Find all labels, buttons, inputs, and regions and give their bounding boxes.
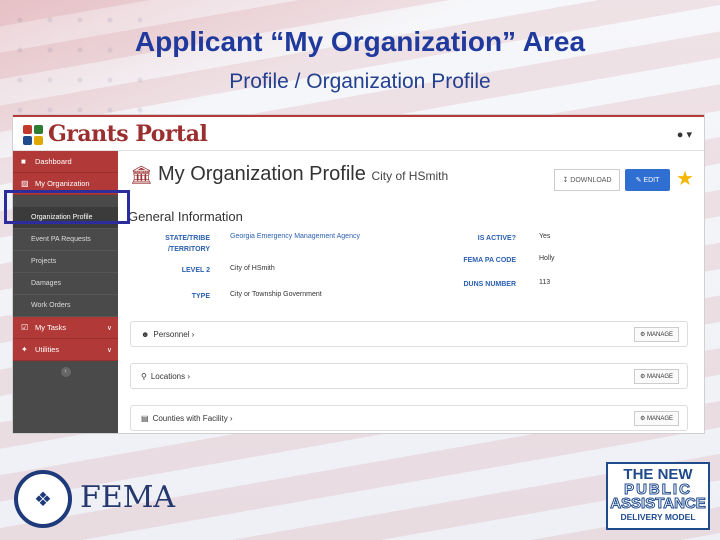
pa-code-label: FEMA PA CODE — [463, 257, 516, 264]
slide-subtitle: Profile / Organization Profile — [229, 70, 491, 93]
level2-label: LEVEL 2 — [181, 267, 210, 274]
user-icon: ● — [676, 129, 684, 141]
dashboard-icon: ■ — [21, 157, 26, 166]
sidebar-item-label: Projects — [31, 258, 57, 265]
manage-personnel-button[interactable]: ⚙ MANAGE — [633, 327, 679, 342]
manage-label: MANAGE — [646, 373, 673, 380]
users-icon: ☻ — [141, 329, 150, 339]
chevron-right-icon: › — [185, 371, 190, 381]
panel-label: Counties with Facility — [152, 413, 228, 423]
sidebar-item-damages[interactable]: Damages — [13, 273, 118, 295]
stars-decoration — [0, 0, 150, 120]
panel-label: Locations — [150, 371, 186, 381]
state-label: STATE/TRIBE /TERRITORY — [165, 235, 210, 253]
manage-label: MANAGE — [646, 415, 673, 422]
download-icon: ↧ — [562, 177, 571, 184]
gear-icon: ⚙ — [639, 416, 647, 422]
state-value[interactable]: Georgia Emergency Management Agency — [230, 233, 360, 240]
sidebar-item-dashboard[interactable]: ■ Dashboard — [13, 151, 118, 173]
is-active-label: IS ACTIVE? — [477, 235, 516, 242]
type-label: TYPE — [191, 293, 210, 300]
pencil-icon: ✎ — [635, 177, 644, 184]
manage-counties-button[interactable]: ⚙ MANAGE — [633, 411, 679, 426]
map-icon: ▤ — [141, 413, 149, 423]
section-title: General Information — [128, 209, 243, 224]
duns-label: DUNS NUMBER — [463, 281, 517, 288]
edit-label: EDIT — [643, 176, 660, 184]
slide-title: Applicant “My Organization” Area — [134, 26, 586, 57]
user-menu[interactable]: ● ▾ — [677, 128, 692, 141]
gear-icon: ⚙ — [639, 374, 647, 380]
gear-icon: ⚙ — [639, 332, 647, 338]
sidebar-item-label: Work Orders — [31, 302, 71, 309]
grants-portal-logo[interactable]: Grants Portal — [48, 121, 208, 147]
sidebar-item-label: Utilities — [35, 345, 60, 354]
chevron-right-icon: › — [189, 329, 195, 339]
fema-logo: FEMA — [80, 480, 176, 515]
building-icon: 🏛 — [130, 165, 153, 185]
level2-value: City of HSmith — [230, 265, 275, 272]
sidebar-item-label: My Organization — [35, 179, 90, 188]
manage-label: MANAGE — [646, 331, 673, 338]
locations-panel[interactable]: ⚲ Locations › ⚙ MANAGE — [130, 363, 688, 389]
sidebar-item-event-pa-requests[interactable]: Event PA Requests — [13, 229, 118, 251]
collapse-sidebar-button[interactable]: ‹ — [60, 367, 71, 377]
sidebar-item-label: Dashboard — [35, 157, 72, 166]
map-marker-icon: ⚲ — [141, 371, 147, 381]
chevron-down-icon: ∨ — [106, 346, 112, 354]
counties-panel[interactable]: ▤ Counties with Facility › ⚙ MANAGE — [130, 405, 688, 431]
type-value: City or Township Government — [230, 291, 322, 298]
wrench-icon: ✦ — [21, 345, 28, 354]
sidebar-item-label: Event PA Requests — [31, 236, 91, 243]
organization-name: City of HSmith — [371, 169, 449, 183]
org-icon: ▨ — [21, 179, 29, 188]
edit-button[interactable]: ✎ EDIT — [625, 169, 670, 191]
chevron-down-icon: ∨ — [106, 324, 112, 332]
panel-label: Personnel — [153, 329, 190, 339]
chevron-down-icon: ▾ — [686, 129, 692, 141]
download-label: DOWNLOAD — [570, 176, 612, 184]
duns-value: 113 — [539, 279, 551, 286]
sidebar-item-my-tasks[interactable]: ☑ My Tasks ∨ — [13, 317, 118, 339]
portal-header: Grants Portal ● ▾ — [13, 115, 704, 151]
sidebar-item-work-orders[interactable]: Work Orders — [13, 295, 118, 317]
sidebar-item-utilities[interactable]: ✦ Utilities ∨ — [13, 339, 118, 361]
is-active-value: Yes — [539, 233, 551, 240]
pa-logo-line: DELIVERY MODEL — [620, 512, 696, 522]
sidebar-item-projects[interactable]: Projects — [13, 251, 118, 273]
sidebar-item-label: Damages — [31, 280, 61, 287]
favorite-star-icon[interactable]: ★ — [676, 166, 694, 191]
dhs-seal-icon: ❖ — [14, 470, 72, 528]
highlight-box — [4, 190, 130, 224]
grants-portal-logo-icon — [23, 125, 45, 145]
pa-logo-line: ASSISTANCE — [610, 495, 707, 512]
check-icon: ☑ — [21, 323, 29, 332]
chevron-right-icon: › — [227, 413, 233, 423]
pa-code-value: Holly — [539, 255, 555, 262]
page-title: My Organization Profile City of HSmith — [158, 163, 448, 186]
personnel-panel[interactable]: ☻ Personnel › ⚙ MANAGE — [130, 321, 688, 347]
portal-screenshot: Grants Portal ● ▾ ■ Dashboard ▨ My Organ… — [12, 114, 705, 434]
page-title-text: My Organization Profile — [158, 163, 366, 185]
sidebar-item-label: My Tasks — [35, 323, 67, 332]
main-content: 🏛 My Organization Profile City of HSmith… — [118, 151, 704, 433]
public-assistance-logo: THE NEW PUBLIC ASSISTANCE DELIVERY MODEL — [606, 462, 710, 530]
download-button[interactable]: ↧ DOWNLOAD — [554, 169, 620, 191]
manage-locations-button[interactable]: ⚙ MANAGE — [633, 369, 679, 384]
